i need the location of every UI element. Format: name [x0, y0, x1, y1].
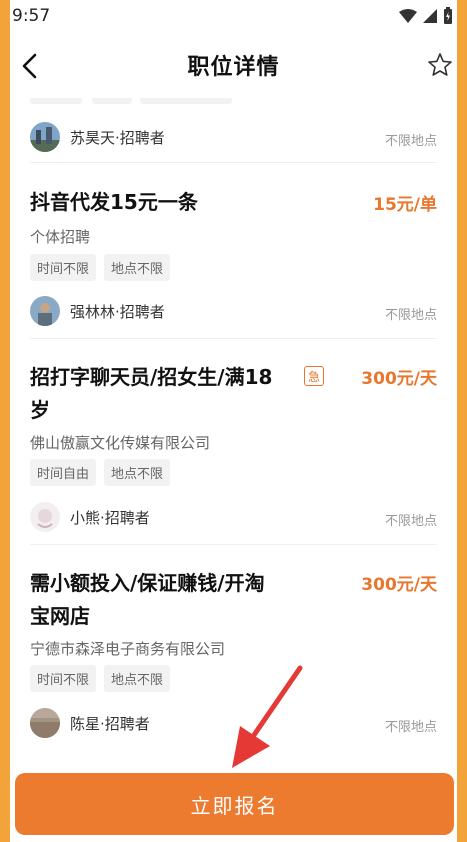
poster-row: 强林林·招聘者	[30, 296, 165, 326]
apply-button[interactable]: 立即报名	[15, 773, 454, 835]
salary: 300元/天	[361, 369, 437, 389]
tag: 时间自由	[30, 459, 97, 486]
company-name: 佛山傲赢文化传媒有限公司	[30, 434, 211, 452]
poster-name: 强林林·招聘者	[70, 302, 165, 321]
job-title-line: 招打字聊天员/招女生/满18	[30, 365, 273, 389]
divider	[30, 544, 437, 545]
avatar	[30, 502, 60, 532]
divider	[30, 162, 437, 163]
tag: 地点不限	[104, 459, 171, 486]
signal-icon	[423, 9, 437, 23]
location-text: 不限地点	[384, 720, 437, 735]
avatar	[30, 708, 60, 738]
poster-name: 苏昊天·招聘者	[70, 128, 165, 147]
battery-icon	[444, 7, 452, 24]
poster-row: 苏昊天·招聘者	[30, 122, 165, 152]
location-text: 不限地点	[384, 514, 437, 529]
job-list[interactable]: 苏昊天·招聘者 不限地点 抖音代发15元一条 15元/单 个体招聘 时间不限 地…	[10, 98, 457, 758]
job-title[interactable]: 需小额投入/保证赚钱/开淘 宝网店	[30, 567, 265, 633]
poster-name: 陈星·招聘者	[70, 714, 150, 733]
poster-name: 小熊·招聘者	[70, 508, 150, 527]
tag-list: 时间自由 地点不限	[30, 459, 171, 486]
nav-bar: 职位详情	[0, 32, 467, 98]
tag: 时间不限	[30, 665, 97, 692]
tag: 地点不限	[104, 665, 171, 692]
urgent-badge: 急	[304, 366, 324, 386]
star-icon[interactable]	[427, 52, 453, 78]
status-bar: 9:57	[0, 0, 467, 32]
tag	[140, 98, 232, 104]
wifi-icon	[399, 9, 417, 23]
tag: 时间不限	[30, 254, 97, 281]
job-title-line: 需小额投入/保证赚钱/开淘	[30, 571, 265, 595]
status-icons	[399, 7, 453, 25]
job-title-line: 宝网店	[30, 604, 90, 628]
divider	[30, 338, 437, 339]
location-text: 不限地点	[384, 308, 437, 323]
job-title[interactable]: 招打字聊天员/招女生/满18 岁	[30, 361, 272, 427]
company-name: 宁德市森泽电子商务有限公司	[30, 640, 226, 658]
company-name: 个体招聘	[30, 228, 91, 246]
tag	[92, 98, 132, 104]
tag-list: 时间不限 地点不限	[30, 665, 171, 692]
salary: 15元/单	[373, 195, 437, 215]
tag: 地点不限	[104, 254, 171, 281]
poster-row: 陈星·招聘者	[30, 708, 150, 738]
poster-row: 小熊·招聘者	[30, 502, 150, 532]
job-title[interactable]: 抖音代发15元一条	[30, 186, 198, 219]
avatar	[30, 296, 60, 326]
page-title: 职位详情	[187, 55, 280, 80]
status-time: 9:57	[12, 6, 51, 26]
avatar	[30, 122, 60, 152]
job-title-line: 岁	[30, 398, 50, 422]
salary: 300元/天	[361, 575, 437, 595]
tag	[30, 98, 82, 104]
back-arrow-icon[interactable]	[18, 52, 42, 80]
location-text: 不限地点	[384, 134, 437, 149]
tag-list: 时间不限 地点不限	[30, 254, 171, 281]
